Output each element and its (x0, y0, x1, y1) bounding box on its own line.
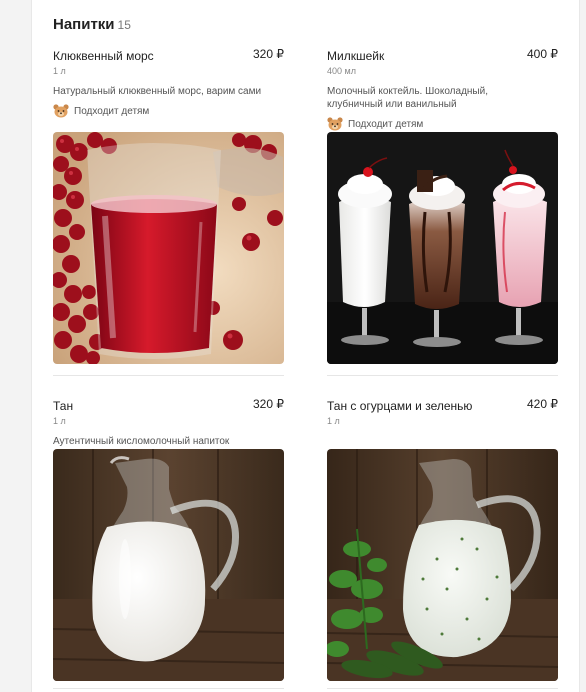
menu-item-card[interactable]: Клюквенный морс 320 ₽ 1 л Натуральный кл… (53, 47, 284, 119)
menu-item-name[interactable]: Тан с огурцами и зеленью (327, 399, 472, 413)
card-separator (53, 688, 284, 689)
menu-item-header: Клюквенный морс 320 ₽ (53, 47, 284, 63)
menu-item-photo[interactable] (327, 132, 558, 364)
milkshakes-image (327, 132, 558, 364)
cranberry-juice-image (53, 132, 284, 364)
menu-item-description-line: Молочный коктейль. Шоколадный, (327, 86, 488, 97)
menu-item-price: 320 ₽ (253, 397, 284, 411)
menu-item-price: 400 ₽ (527, 47, 558, 61)
menu-item-header: Милкшейк 400 ₽ (327, 47, 558, 63)
menu-item-photo[interactable] (53, 449, 284, 681)
menu-item-card[interactable]: Милкшейк 400 ₽ 400 мл Молочный коктейль.… (327, 47, 558, 132)
menu-panel: Напитки 15 Клюквенный морс 320 ₽ 1 л Нату… (31, 0, 580, 692)
kids-badge: Подходит детям (327, 116, 558, 132)
section-title: Напитки 15 (53, 16, 131, 33)
menu-item-price: 320 ₽ (253, 47, 284, 61)
kids-badge-label: Подходит детям (74, 105, 150, 117)
bear-icon (327, 117, 343, 131)
section-title-text: Напитки (53, 16, 115, 33)
menu-item-photo[interactable] (53, 132, 284, 364)
menu-item-description: Молочный коктейль. Шоколадный, клубничны… (327, 85, 558, 111)
tan-with-cucumbers-image (327, 449, 558, 681)
menu-item-weight: 1 л (327, 416, 340, 426)
menu-item-name[interactable]: Тан (53, 399, 73, 413)
menu-item-description: Аутентичный кисломолочный напиток (53, 436, 230, 447)
card-separator (327, 375, 558, 376)
kids-badge: Подходит детям (53, 103, 284, 119)
menu-item-price: 420 ₽ (527, 397, 558, 411)
menu-item-weight: 400 мл (327, 66, 356, 76)
menu-item-card[interactable]: Тан 320 ₽ 1 л Аутентичный кисломолочный … (53, 397, 284, 448)
bear-icon (53, 104, 69, 118)
menu-item-card[interactable]: Тан с огурцами и зеленью 420 ₽ 1 л (327, 397, 558, 428)
menu-item-header: Тан с огурцами и зеленью 420 ₽ (327, 397, 558, 413)
menu-item-description-line: клубничный или ванильный (327, 99, 457, 110)
section-count: 15 (117, 18, 131, 32)
menu-item-photo[interactable] (327, 449, 558, 681)
menu-item-header: Тан 320 ₽ (53, 397, 284, 413)
card-separator (327, 688, 558, 689)
menu-item-name[interactable]: Милкшейк (327, 49, 384, 63)
tan-jug-image (53, 449, 284, 681)
menu-item-name[interactable]: Клюквенный морс (53, 49, 154, 63)
menu-item-weight: 1 л (53, 66, 66, 76)
menu-item-weight: 1 л (53, 416, 66, 426)
card-separator (53, 375, 284, 376)
menu-item-description: Натуральный клюквенный морс, варим сами (53, 86, 262, 97)
kids-badge-label: Подходит детям (348, 118, 424, 130)
